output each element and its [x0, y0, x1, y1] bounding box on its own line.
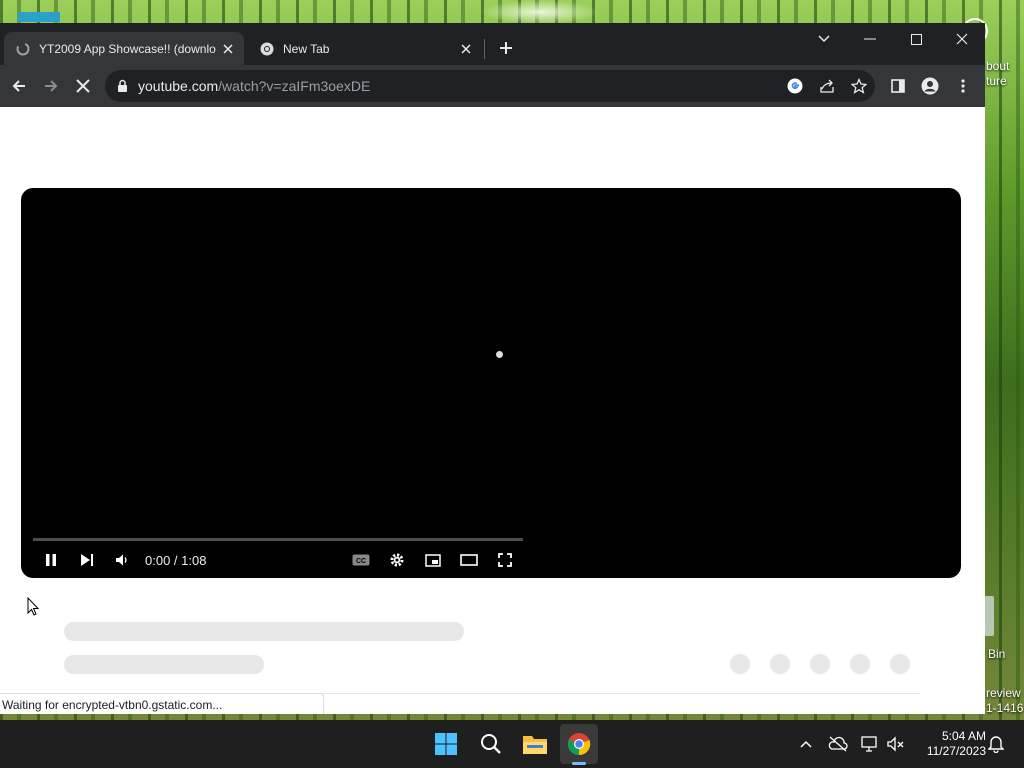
mouse-cursor-icon [27, 596, 40, 620]
maximize-button[interactable] [894, 25, 938, 53]
notifications-bell-icon[interactable] [986, 734, 1006, 754]
clock-date: 11/27/2023 [926, 744, 986, 758]
title-placeholder [64, 622, 464, 641]
url-domain: youtube.com [138, 78, 219, 94]
share-icon[interactable] [817, 76, 837, 96]
tab-search-button[interactable] [802, 25, 846, 53]
desktop-icon-label[interactable]: bout [986, 59, 1009, 73]
search-icon[interactable] [475, 728, 507, 760]
new-tab-button[interactable] [494, 36, 518, 60]
volume-muted-icon[interactable] [886, 734, 906, 754]
loading-spinner [496, 351, 503, 358]
time-display: 0:00 / 1:08 [145, 553, 207, 568]
action-placeholder [810, 654, 830, 674]
url-path: /watch?v=zaIFm3oexDE [218, 78, 371, 94]
recycle-bin-icon[interactable] [984, 596, 994, 636]
status-bubble: Waiting for encrypted-vtbn0.gstatic.com.… [0, 693, 324, 714]
volume-icon[interactable] [110, 549, 134, 571]
address-bar[interactable]: youtube.com/watch?v=zaIFm3oexDE [105, 70, 875, 102]
channel-placeholder [64, 655, 264, 674]
taskbar: 5:04 AM 11/27/2023 [0, 720, 1024, 768]
page-content: 0:00 / 1:08 CC [0, 107, 985, 714]
recycle-bin-label[interactable]: Bin [988, 647, 1005, 661]
bookmark-star-icon[interactable] [849, 76, 869, 96]
file-explorer-icon[interactable] [519, 728, 551, 760]
tab-youtube[interactable]: YT2009 App Showcase!! (downlo [4, 32, 244, 65]
tab-strip: YT2009 App Showcase!! (downlo New Tab [0, 23, 985, 65]
wallpaper-highlight [480, 0, 600, 24]
settings-gear-icon[interactable] [385, 549, 409, 571]
google-lens-icon[interactable] [785, 76, 805, 96]
watermark-text: review [986, 686, 1021, 700]
chrome-taskbar-icon[interactable] [563, 728, 595, 760]
browser-window: YT2009 App Showcase!! (downlo New Tab yo… [0, 23, 985, 714]
back-button[interactable] [6, 73, 32, 99]
close-tab-icon[interactable] [456, 39, 476, 59]
forward-button[interactable] [38, 73, 64, 99]
video-player[interactable]: 0:00 / 1:08 CC [21, 188, 961, 578]
action-placeholder [770, 654, 790, 674]
more-menu-icon[interactable] [950, 73, 976, 99]
tab-new-tab[interactable]: New Tab [248, 32, 482, 65]
tab-title: YT2009 App Showcase!! (downlo [39, 41, 216, 56]
action-placeholder [890, 654, 910, 674]
tab-title: New Tab [283, 41, 330, 56]
clock-time: 5:04 AM [941, 729, 986, 743]
system-clock[interactable]: 5:04 AM 11/27/2023 [916, 729, 986, 759]
url-text[interactable]: youtube.com/watch?v=zaIFm3oexDE [138, 78, 370, 94]
lock-icon[interactable] [117, 79, 128, 96]
desktop-icon-label[interactable]: ture [986, 74, 1007, 88]
stop-loading-button[interactable] [70, 73, 96, 99]
loading-globe-icon [16, 42, 30, 56]
theater-mode-button[interactable] [457, 549, 481, 571]
chrome-icon [260, 42, 274, 56]
fullscreen-button[interactable] [493, 549, 517, 571]
close-tab-icon[interactable] [218, 39, 238, 59]
pause-button[interactable] [39, 549, 63, 571]
side-panel-icon[interactable] [885, 73, 911, 99]
miniplayer-button[interactable] [421, 549, 445, 571]
show-hidden-icons-chevron-icon[interactable] [796, 734, 816, 754]
desktop-icon-partial[interactable] [18, 12, 60, 22]
action-placeholder [850, 654, 870, 674]
action-placeholder [730, 654, 750, 674]
tab-separator [484, 39, 485, 59]
running-indicator [572, 762, 586, 765]
profile-avatar-icon[interactable] [917, 73, 943, 99]
start-windows-icon[interactable] [430, 728, 462, 760]
watermark-text: 1-1416 [986, 701, 1024, 715]
progress-bar[interactable] [33, 538, 523, 541]
close-window-button[interactable] [940, 25, 984, 53]
minimize-button[interactable] [848, 25, 892, 53]
browser-toolbar: youtube.com/watch?v=zaIFm3oexDE [0, 65, 985, 107]
svg-text:CC: CC [356, 558, 366, 565]
onedrive-offline-icon[interactable] [828, 734, 848, 754]
network-icon[interactable] [860, 734, 880, 754]
captions-button[interactable]: CC [349, 549, 373, 571]
next-button[interactable] [75, 549, 99, 571]
